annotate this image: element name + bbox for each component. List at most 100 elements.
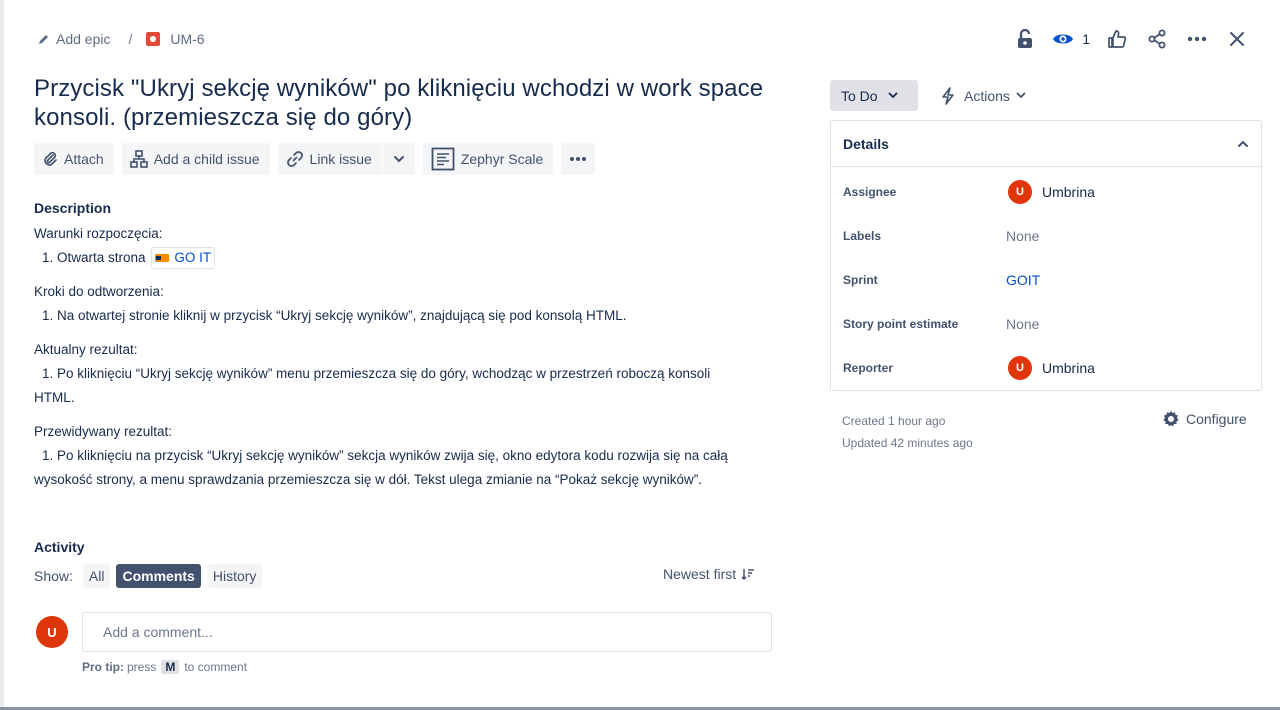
more-icon[interactable] [1184,26,1210,52]
show-label: Show: [34,568,73,584]
unlock-icon[interactable] [1012,26,1038,52]
activity-heading: Activity [34,539,85,555]
link-issue-dropdown[interactable] [382,143,415,175]
sort-label: Newest first [663,566,737,582]
status-label: To Do [841,87,878,104]
details-panel: Details Assignee U Umbrina Labels None S… [830,120,1262,391]
assignee-name: Umbrina [1042,184,1095,200]
protip-label: Pro tip: [82,660,124,674]
list-item-continuation: HTML. [34,390,75,405]
go-it-link[interactable]: GO IT [151,247,216,270]
activity-filter: Show: All Comments History [34,564,268,588]
breadcrumb-separator: / [128,31,133,47]
details-heading: Details [843,135,889,152]
filter-history[interactable]: History [206,564,263,588]
updated-text: Updated 42 minutes ago [842,436,973,450]
zephyr-icon [431,147,455,171]
story-points-label: Story point estimate [843,317,959,331]
issue-title[interactable]: Przycisk "Ukryj sekcję wyników" po klikn… [34,74,794,132]
thumbs-up-icon[interactable] [1104,26,1130,52]
sort-icon [741,569,755,580]
list-item-text: 1. Otwarta strona [42,250,146,265]
story-points-row: Story point estimate None [843,312,1253,336]
assignee-label: Assignee [843,185,897,199]
protip-key: M [161,660,180,674]
filter-comments[interactable]: Comments [116,564,201,588]
filter-all[interactable]: All [82,564,111,588]
description-section: Kroki do odtworzenia: 1. Na otwartej str… [34,280,774,328]
reporter-value[interactable]: U Umbrina [1006,356,1095,380]
issue-meta: Created 1 hour ago Updated 42 minutes ag… [842,410,973,454]
chevron-down-icon [888,92,897,99]
attach-button[interactable]: Attach [34,143,114,175]
reporter-label: Reporter [843,361,894,375]
assignee-row: Assignee U Umbrina [843,180,1253,204]
chevron-up-icon [1238,140,1248,147]
labels-row: Labels None [843,224,1253,248]
add-child-label: Add a child issue [153,151,260,167]
share-icon[interactable] [1144,26,1170,52]
issue-toolbar: Attach Add a child issue Link issue Zeph… [34,143,603,175]
description-section: Warunki rozpoczęcia: 1. Otwarta strona G… [34,222,774,270]
window-left-edge [0,0,4,710]
labels-value[interactable]: None [1006,228,1039,244]
list-item: 1. Po kliknięciu “Ukryj sekcję wyników” … [42,366,711,381]
attach-label: Attach [64,151,104,167]
go-it-logo-icon [155,254,170,263]
section-heading: Przewidywany rezultat: [34,424,173,439]
description-heading: Description [34,200,112,216]
assignee-value[interactable]: U Umbrina [1006,180,1095,204]
section-heading: Kroki do odtworzenia: [34,284,164,299]
link-issue-button[interactable]: Link issue [277,143,382,175]
reporter-name: Umbrina [1042,360,1095,376]
avatar: U [36,616,68,648]
go-it-link-text: GO IT [174,250,212,266]
story-points-value[interactable]: None [1006,316,1039,332]
description-section: Aktualny rezultat: 1. Po kliknięciu “Ukr… [34,338,774,410]
configure-button[interactable]: Configure [1162,410,1247,428]
watch-count: 1 [1082,31,1090,47]
more-actions-button[interactable] [561,143,596,175]
gear-icon [1163,411,1179,427]
watch-button[interactable]: 1 [1052,31,1090,47]
status-dropdown[interactable]: To Do [830,80,918,111]
sprint-row: Sprint GOIT [843,268,1253,292]
avatar: U [1008,356,1032,380]
list-item: 1. Na otwartej stronie kliknij w przycis… [42,308,627,323]
list-item: 1. Otwarta strona GO IT [34,246,774,270]
zephyr-label: Zephyr Scale [460,151,544,167]
breadcrumb: Add epic / UM-6 [38,30,205,48]
eye-icon [1053,34,1074,44]
sort-newest-button[interactable]: Newest first [663,566,755,582]
bolt-icon [942,86,954,105]
pro-tip: Pro tip: press M to comment [82,660,247,674]
chevron-down-icon [393,156,404,163]
section-heading: Warunki rozpoczęcia: [34,226,163,241]
child-issue-icon [129,150,148,168]
link-icon [286,151,303,167]
description[interactable]: Description Warunki rozpoczęcia: 1. Otwa… [34,196,774,502]
actions-dropdown[interactable]: Actions [940,80,1026,111]
list-item-continuation: wysokość strony, a menu sprawdzania prze… [34,472,703,487]
zephyr-scale-button[interactable]: Zephyr Scale [422,143,554,175]
comment-input[interactable]: Add a comment... [82,612,772,652]
sprint-label: Sprint [843,273,878,287]
chevron-down-icon [1016,92,1026,99]
issue-key-link[interactable]: UM-6 [146,31,205,47]
description-section: Przewidywany rezultat: 1. Po kliknięciu … [34,420,774,492]
protip-suffix: to comment [184,660,248,674]
list-item: 1. Po kliknięciu na przycisk “Ukryj sekc… [42,448,728,463]
created-text: Created 1 hour ago [842,414,946,428]
add-child-issue-button[interactable]: Add a child issue [121,143,270,175]
close-icon[interactable] [1224,26,1250,52]
link-issue-label: Link issue [309,151,372,167]
reporter-row: Reporter U Umbrina [843,356,1253,380]
issue-key: UM-6 [170,31,205,47]
paperclip-icon [44,151,57,166]
sprint-value[interactable]: GOIT [1006,272,1040,288]
details-header[interactable]: Details [831,121,1261,167]
more-icon [570,157,587,161]
issue-header-actions: 1 [998,26,1250,52]
protip-press: press [127,660,157,674]
add-epic-link[interactable]: Add epic [38,31,110,47]
